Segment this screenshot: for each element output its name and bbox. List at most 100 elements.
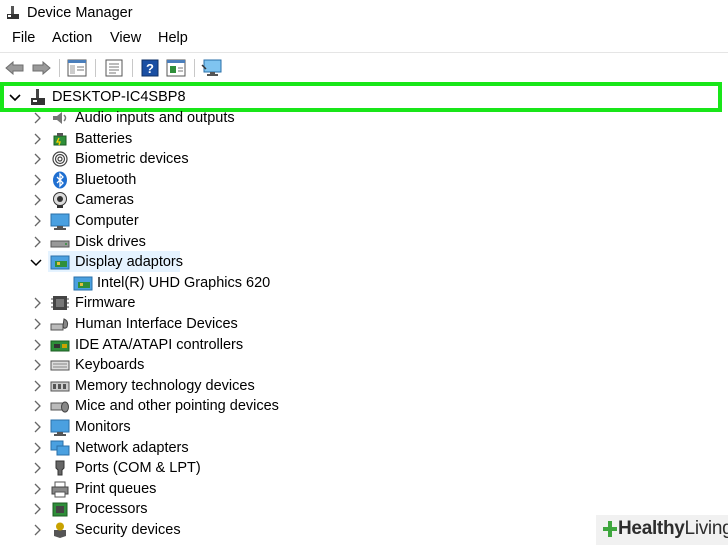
tree-category-row[interactable]: Display adaptors [0,251,728,273]
tree-category-row[interactable]: Bluetooth [0,170,728,190]
tree-device-label: Intel(R) UHD Graphics 620 [97,274,271,291]
tree-category-label: Audio inputs and outputs [75,110,235,126]
display-adapter-icon [73,274,93,292]
port-icon [50,459,70,477]
chevron-right-icon[interactable] [31,336,43,354]
disk-drive-icon [50,233,70,251]
tree-category-label: Computer [75,213,139,229]
watermark-logo: HealthyLiving [596,515,728,545]
chevron-right-icon[interactable] [31,459,43,477]
chevron-right-icon[interactable] [31,439,43,457]
device-manager-icon [6,6,20,20]
menu-view[interactable]: View [108,30,143,46]
forward-icon[interactable] [30,58,52,78]
tree-category-row[interactable]: Ports (COM & LPT) [0,458,728,478]
tree-category-label: Bluetooth [75,171,137,188]
menu-action[interactable]: Action [50,30,94,46]
tree-category-label: Mice and other pointing devices [75,398,279,415]
tree-category-label: Security devices [75,522,181,538]
processor-icon [50,500,70,518]
toolbar: ? [0,52,728,84]
help-icon[interactable]: ? [139,58,161,78]
chevron-right-icon[interactable] [31,397,43,415]
tree-category-row[interactable]: Audio inputs and outputs [0,110,728,128]
chevron-right-icon[interactable] [31,130,43,148]
tree-category-row[interactable]: Keyboards [0,355,728,375]
toolbar-separator [59,59,60,77]
computer-root-icon [30,89,46,112]
watermark-light: Living [684,518,728,539]
monitor-scan-icon[interactable] [201,58,223,78]
hid-icon [50,315,70,333]
computer-icon [50,212,70,230]
window-title: Device Manager [27,5,133,21]
chevron-right-icon[interactable] [31,233,43,251]
tree-category-row[interactable]: Disk drives [0,232,728,252]
back-icon[interactable] [4,58,26,78]
tree-category-row[interactable]: Computer [0,211,728,231]
menu-help[interactable]: Help [156,30,190,46]
tree-category-label: Print queues [75,480,157,497]
tree-category-row[interactable]: Human Interface Devices [0,314,728,334]
tree-category-label: Disk drives [75,233,146,250]
tree-device-row[interactable]: Intel(R) UHD Graphics 620 [0,273,728,293]
bluetooth-icon [50,171,70,189]
keyboard-icon [50,356,70,374]
chevron-right-icon[interactable] [31,418,43,436]
menu-file[interactable]: File [10,30,37,46]
properties-pane-icon[interactable] [66,58,88,78]
plus-icon [602,520,618,543]
speaker-icon [50,110,70,127]
tree-category-row[interactable]: Mice and other pointing devices [0,396,728,416]
tree-root-row[interactable]: DESKTOP-IC4SBP8 [0,82,722,112]
chevron-right-icon[interactable] [31,171,43,189]
watermark-text: HealthyLiving [618,518,728,540]
chevron-right-icon[interactable] [31,500,43,518]
chevron-right-icon[interactable] [31,110,43,127]
watermark-bold: Healthy [618,518,685,539]
network-icon [50,439,70,457]
chevron-right-icon[interactable] [31,377,43,395]
chevron-right-icon[interactable] [31,212,43,230]
chevron-right-icon[interactable] [31,191,43,209]
tree-category-row[interactable]: Firmware [0,293,728,313]
chevron-down-icon[interactable] [30,253,42,271]
svg-text:?: ? [146,61,154,76]
camera-icon [50,191,70,209]
memory-icon [50,377,70,395]
details-icon[interactable] [103,58,125,78]
show-hide-icon[interactable] [165,58,187,78]
tree-category-row[interactable]: Monitors [0,417,728,437]
chevron-right-icon[interactable] [31,356,43,374]
tree-category-row[interactable]: IDE ATA/ATAPI controllers [0,335,728,355]
root-label: DESKTOP-IC4SBP8 [52,89,186,105]
chevron-right-icon[interactable] [31,521,43,539]
chevron-right-icon[interactable] [31,150,43,168]
tree-category-label: Ports (COM & LPT) [75,460,201,477]
tree-category-row[interactable]: Cameras [0,190,728,210]
display-adapter-icon [50,253,70,271]
monitor-icon [50,418,70,436]
tree-category-label: Cameras [75,192,134,209]
tree-category-row[interactable]: Memory technology devices [0,376,728,396]
chevron-right-icon[interactable] [31,480,43,498]
tree-category-row[interactable]: Batteries [0,129,728,149]
tree-category-row[interactable]: Network adapters [0,438,728,458]
tree-category-row[interactable]: Print queues [0,479,728,499]
toolbar-separator [95,59,96,77]
tree-category-label: Network adapters [75,439,189,456]
tree-category-label: Monitors [75,419,131,435]
chevron-right-icon[interactable] [31,294,43,312]
title-bar: Device Manager [0,0,728,28]
device-tree: Audio inputs and outputs Batteries Biometr… [0,110,728,545]
tree-category-label: Display adaptors [75,254,183,271]
tree-category-label: Biometric devices [75,151,189,168]
battery-icon [50,130,70,148]
chevron-right-icon[interactable] [31,315,43,333]
chevron-down-icon[interactable] [9,90,21,106]
tree-category-row[interactable]: Biometric devices [0,149,728,169]
toolbar-separator [194,59,195,77]
tree-category-label: Processors [75,501,148,518]
tree-category-label: Memory technology devices [75,377,255,394]
tree-category-label: Batteries [75,130,133,147]
